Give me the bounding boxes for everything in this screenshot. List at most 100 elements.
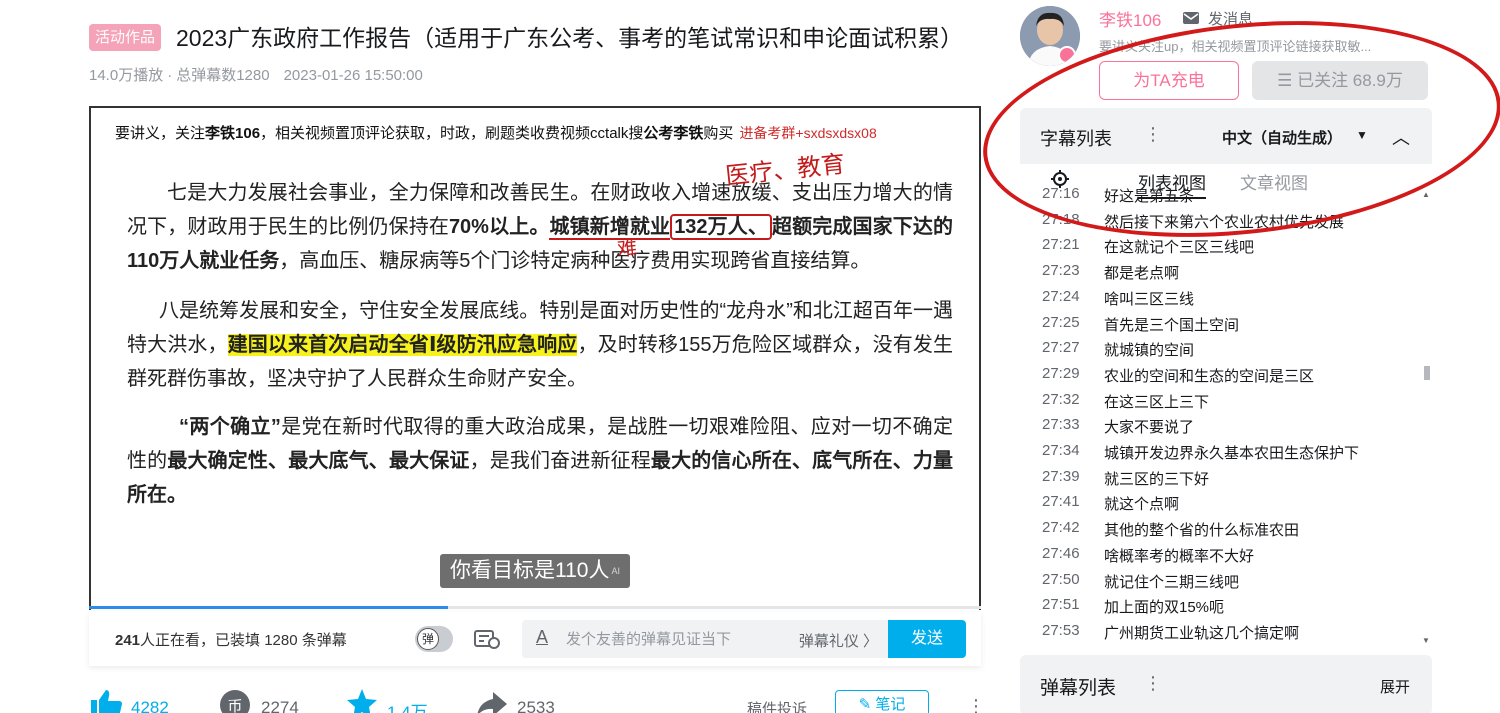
uploader-description: 要讲义关注up，相关视频置顶评论链接获取敏... (1099, 39, 1372, 54)
subtitle-time: 27:53 (1042, 621, 1080, 639)
subtitle-text: 大家不要说了 (1104, 419, 1195, 437)
subtitle-row[interactable]: 27:51 加上面的双15%呃 (1020, 596, 1420, 622)
subtitle-time: 27:34 (1042, 442, 1080, 459)
subtitle-menu-icon[interactable]: ⋮ (1144, 124, 1162, 145)
action-row: 4282 币 2274 1.4万 2533 稿件投诉 ✎ 笔记 ⋮ (89, 688, 985, 713)
report-paragraph-7: 七是大力发展社会事业，全力保障和改善民生。在财政收入增速放缓、支出压力增大的情况… (127, 182, 954, 272)
danmaku-input-wrap: A 弹幕礼仪 〉 (522, 620, 888, 658)
subtitle-row[interactable]: 27:53 广州期货工业轨这几个搞定啊 (1020, 622, 1420, 648)
danmaku-toggle[interactable]: 弹 (415, 626, 453, 652)
subtitle-time: 27:32 (1042, 390, 1080, 408)
viewer-count: 241人正在看，已装填 1280 条弹幕 (115, 632, 347, 649)
star-icon (347, 689, 377, 713)
danmaku-list-menu-icon[interactable]: ⋮ (1144, 673, 1162, 694)
subtitle-row[interactable]: 27:32 在这三区上三下 (1020, 391, 1420, 417)
report-paragraph-8: 八是统筹发展和安全，守住安全发展底线。特别是面对历史性的“龙舟水”和北江超百年一… (127, 300, 954, 390)
thumbs-up-icon (91, 690, 122, 713)
handwritten-mark: 难 (615, 235, 639, 261)
play-count: 14.0万播放 (89, 67, 164, 84)
subtitle-text: 就这个点啊 (1104, 496, 1180, 514)
subtitle-row[interactable]: 27:18 然后接下来第六个农业农村优先发展 (1020, 211, 1420, 237)
subtitle-text: 就城镇的空间 (1104, 342, 1195, 360)
video-title: 2023广东政府工作报告（适用于广东公考、事考的笔试常识和申论面试积累） (176, 25, 964, 51)
video-player[interactable]: 要讲义，关注李铁106，相关视频置顶评论获取，时政，刷题类收费视频cctalk搜… (89, 106, 981, 610)
coin-button[interactable]: 币 2274 (219, 688, 299, 713)
subtitle-row[interactable]: 27:27 就城镇的空间 (1020, 339, 1420, 365)
subtitle-time: 27:46 (1042, 544, 1080, 562)
note-button[interactable]: ✎ 笔记 (835, 690, 929, 713)
subtitle-time: 27:39 (1042, 467, 1080, 485)
subtitle-text: 啥叫三区三线 (1104, 290, 1195, 308)
subtitle-list: 27:16 好这是第五条 27:18 然后接下来第六个农业农村优先发展 27:21 在这就… (1020, 188, 1420, 648)
share-button[interactable]: 2533 (475, 688, 555, 713)
scroll-thumb[interactable] (1424, 366, 1430, 380)
subtitle-text: 农业的空间和生态的空间是三区 (1104, 367, 1315, 385)
verified-badge-icon (1058, 46, 1076, 64)
subtitle-time: 27:27 (1042, 339, 1080, 357)
subtitle-row[interactable]: 27:41 就这个点啊 (1020, 493, 1420, 519)
danmaku-settings-icon[interactable] (473, 628, 501, 650)
subtitle-text: 好这是第五条 (1104, 188, 1195, 205)
subtitle-text: 就记住个三期三线吧 (1104, 573, 1240, 591)
subtitle-panel: 字幕列表 ⋮ 中文（自动生成） ▼ ︿ 列表视图 文章视图 27:16 好这是第五… (1020, 108, 1432, 652)
svg-text:币: 币 (227, 697, 242, 713)
scroll-up-icon[interactable]: ▲ (1422, 190, 1430, 199)
activity-tag[interactable]: 活动作品 (89, 24, 162, 51)
subtitle-time: 27:25 (1042, 313, 1080, 331)
subtitle-time: 27:51 (1042, 596, 1080, 614)
mail-icon (1183, 12, 1199, 24)
subtitle-text: 然后接下来第六个农业农村优先发展 (1104, 213, 1345, 231)
danmaku-input[interactable] (566, 620, 786, 658)
progress-fill (89, 606, 448, 609)
uploader-name[interactable]: 李铁106 (1099, 6, 1161, 31)
subtitle-language-select[interactable]: 中文（自动生成） (1222, 127, 1342, 148)
danmaku-list-panel: 弹幕列表 ⋮ 展开 (1020, 655, 1432, 713)
live-subtitle: 你看目标是110人 AI (440, 554, 630, 588)
subtitle-text: 就三区的三下好 (1104, 470, 1210, 488)
subtitle-row[interactable]: 27:39 就三区的三下好 (1020, 468, 1420, 494)
subtitle-time: 27:21 (1042, 236, 1080, 254)
danmaku-etiquette-link[interactable]: 弹幕礼仪 〉 (799, 630, 878, 651)
subtitle-time: 27:33 (1042, 416, 1080, 434)
subtitle-row[interactable]: 27:23 都是老点啊 (1020, 262, 1420, 288)
subtitle-row[interactable]: 27:34 城镇开发边界永久基本农田生态保护下 (1020, 442, 1420, 468)
favorite-button[interactable]: 1.4万 (345, 688, 428, 713)
text-style-icon[interactable]: A (536, 627, 548, 648)
danmaku-list-title: 弹幕列表 (1040, 678, 1117, 699)
subtitle-scrollbar[interactable]: ▲ ▼ (1422, 190, 1430, 650)
subtitle-row[interactable]: 27:24 啥叫三区三线 (1020, 288, 1420, 314)
subtitle-row[interactable]: 27:21 在这就记个三区三线吧 (1020, 236, 1420, 262)
subtitle-time: 27:23 (1042, 262, 1080, 280)
subtitle-text: 其他的整个省的什么标准农田 (1104, 522, 1300, 540)
subtitle-text: 广州期货工业轨这几个搞定啊 (1104, 624, 1300, 642)
subtitle-row[interactable]: 27:16 好这是第五条 (1020, 188, 1420, 211)
subtitle-text: 首先是三个国土空间 (1104, 316, 1240, 334)
collapse-icon[interactable]: ︿ (1392, 124, 1410, 150)
send-message-link[interactable]: 发消息 (1182, 8, 1253, 29)
report-link[interactable]: 稿件投诉 (747, 698, 807, 713)
subtitle-row[interactable]: 27:25 首先是三个国土空间 (1020, 314, 1420, 340)
coin-icon: 币 (220, 690, 250, 713)
locate-icon[interactable] (1050, 169, 1070, 189)
follow-button[interactable]: ☰ 已关注 68.9万 (1252, 61, 1428, 100)
more-options-icon[interactable]: ⋮ (967, 696, 985, 713)
report-paragraph-conclusion: “两个确立”是党在新时代取得的重大政治成果，是战胜一切艰难险阻、应对一切不确定性… (127, 416, 954, 506)
like-button[interactable]: 4282 (89, 688, 169, 713)
subtitle-row[interactable]: 27:42 其他的整个省的什么标准农田 (1020, 519, 1420, 545)
send-button[interactable]: 发送 (888, 620, 966, 658)
scroll-down-icon[interactable]: ▼ (1422, 636, 1430, 645)
danmaku-total: 总弹幕数1280 (176, 67, 270, 84)
expand-button[interactable]: 展开 (1380, 676, 1410, 697)
charge-button[interactable]: 为TA充电 (1099, 61, 1239, 100)
chevron-down-icon[interactable]: ▼ (1356, 128, 1368, 142)
document-header: 要讲义，关注李铁106，相关视频置顶评论获取，时政，刷题类收费视频cctalk搜… (115, 125, 877, 142)
subtitle-time: 27:50 (1042, 570, 1080, 588)
subtitle-row[interactable]: 27:46 啥概率考的概率不大好 (1020, 545, 1420, 571)
uploader-avatar[interactable] (1020, 6, 1080, 66)
subtitle-row[interactable]: 27:29 农业的空间和生态的空间是三区 (1020, 365, 1420, 391)
subtitle-text: 都是老点啊 (1104, 265, 1180, 283)
subtitle-time: 27:16 (1042, 188, 1080, 202)
subtitle-row[interactable]: 27:50 就记住个三期三线吧 (1020, 571, 1420, 597)
progress-bar[interactable] (89, 606, 981, 609)
subtitle-row[interactable]: 27:33 大家不要说了 (1020, 416, 1420, 442)
